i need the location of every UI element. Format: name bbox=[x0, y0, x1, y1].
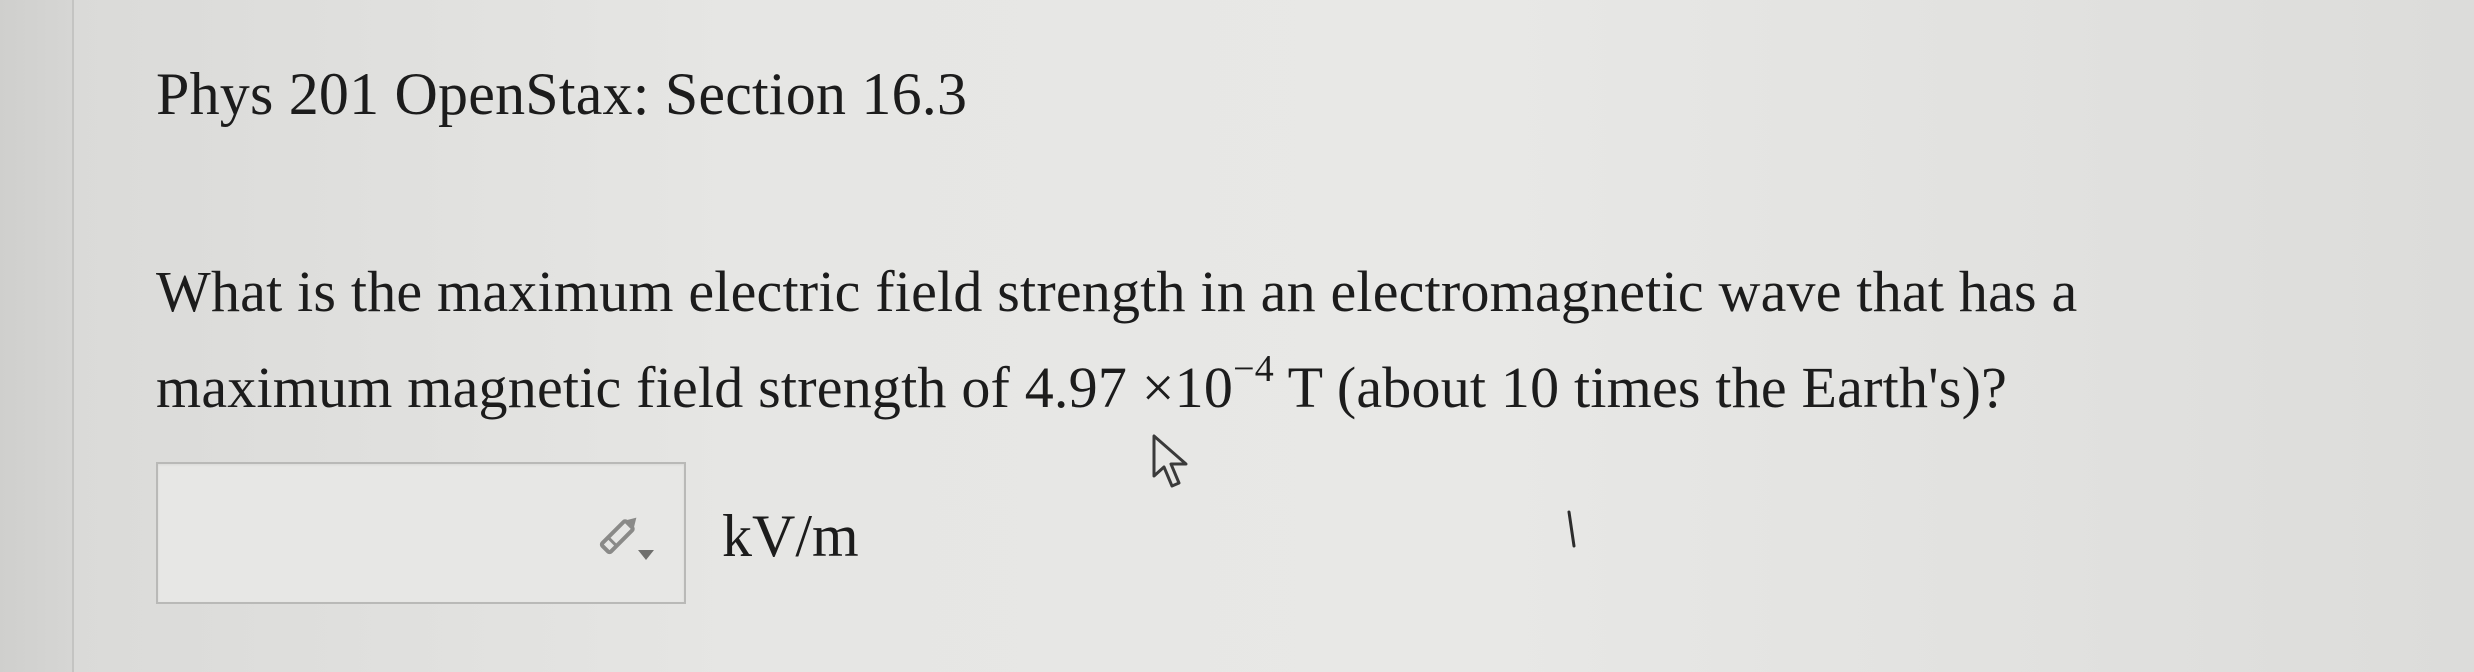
question-line-1: What is the maximum electric field stren… bbox=[156, 259, 2078, 324]
left-sidebar-edge bbox=[0, 0, 74, 672]
pencil-dropdown-icon[interactable] bbox=[590, 506, 660, 566]
page-title: Phys 201 OpenStax: Section 16.3 bbox=[156, 61, 968, 127]
mouse-cursor-icon bbox=[1152, 434, 1188, 488]
mantissa: 4.97 bbox=[1024, 355, 1128, 420]
question-line-2-start: maximum magnetic field strength of bbox=[156, 355, 1025, 420]
unit-label: kV/m bbox=[722, 503, 859, 569]
stray-mark bbox=[1567, 510, 1576, 548]
times-sign: × bbox=[1141, 355, 1175, 420]
answer-field[interactable] bbox=[156, 462, 686, 604]
exponent: −4 bbox=[1233, 347, 1274, 390]
question-line-2-end: T (about 10 times the Earth's)? bbox=[1273, 355, 2008, 420]
question-text: What is the maximum electric field stren… bbox=[156, 244, 2416, 436]
scientific-notation: 4.97 ×10−4 bbox=[1024, 350, 1274, 420]
answer-input[interactable] bbox=[166, 472, 590, 598]
question-line-2: maximum magnetic field strength of 4.97 … bbox=[156, 340, 2416, 436]
exponent-base: 10 bbox=[1174, 355, 1234, 420]
